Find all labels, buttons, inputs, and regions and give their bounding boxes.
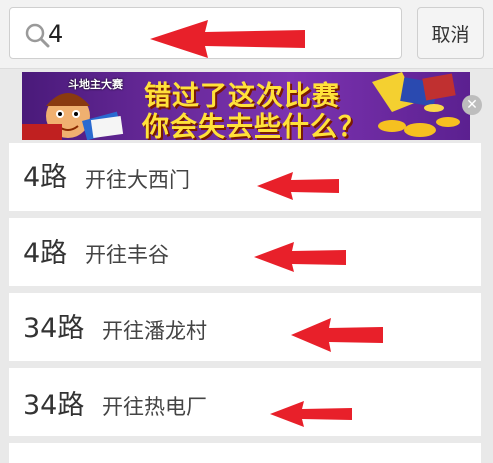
- route-number: 34路: [23, 390, 85, 421]
- annotation-arrow-route-1: [257, 172, 339, 200]
- annotation-arrow-route-3: [291, 318, 383, 352]
- banner-subheadline: 你会失去些什么？: [142, 112, 366, 140]
- annotation-arrow-search: [150, 20, 305, 58]
- route-item-partial[interactable]: [9, 443, 481, 463]
- route-number: 34路: [23, 313, 85, 344]
- close-icon[interactable]: ✕: [462, 95, 482, 115]
- route-number: 4路: [23, 238, 68, 269]
- route-number: 4路: [23, 162, 68, 193]
- route-destination: 开往潘龙村: [102, 319, 207, 343]
- route-destination: 开往大西门: [85, 168, 190, 192]
- gold-coins-image: [372, 72, 460, 137]
- search-value: 4: [48, 20, 64, 48]
- annotation-arrow-route-2: [254, 242, 346, 272]
- ad-banner[interactable]: 斗地主大赛 错过了这次比赛 你会失去些什么？: [22, 72, 470, 140]
- route-item[interactable]: 34路 开往热电厂: [9, 368, 481, 436]
- search-icon: [25, 23, 50, 48]
- banner-brand: 斗地主大赛: [68, 78, 123, 91]
- annotation-arrow-route-4: [270, 401, 352, 427]
- route-item[interactable]: 4路 开往大西门: [9, 143, 481, 211]
- route-item[interactable]: 34路 开往潘龙村: [9, 293, 481, 361]
- route-destination: 开往热电厂: [102, 395, 207, 419]
- cancel-button[interactable]: 取消: [417, 7, 484, 59]
- route-destination: 开往丰谷: [85, 243, 169, 267]
- route-item[interactable]: 4路 开往丰谷: [9, 218, 481, 286]
